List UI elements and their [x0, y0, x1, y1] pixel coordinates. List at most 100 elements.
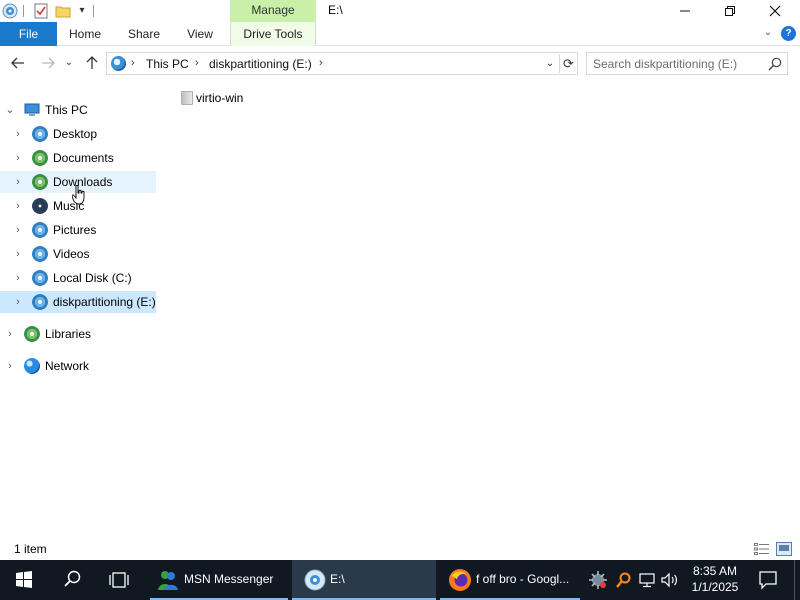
downloads-icon — [32, 174, 48, 190]
tab-drive-tools[interactable]: Drive Tools — [230, 22, 316, 46]
item-count: 1 item — [14, 542, 47, 556]
network-icon — [24, 358, 40, 374]
nav-label: Videos — [53, 247, 90, 261]
address-dropdown-chevron-icon[interactable]: ⌄ — [543, 56, 557, 72]
notification-icon — [759, 571, 777, 590]
network-icon[interactable] — [638, 571, 656, 589]
breadcrumb-this-pc[interactable]: This PC — [146, 57, 189, 71]
nav-this-pc[interactable]: ⌄ This PC — [0, 99, 156, 121]
expand-chevron-icon[interactable]: › — [12, 271, 24, 285]
explorer-disc-icon[interactable] — [2, 3, 18, 19]
up-button[interactable] — [82, 53, 102, 73]
action-center-button[interactable] — [750, 560, 786, 600]
file-list: virtio-win — [170, 88, 790, 528]
help-icon[interactable]: ? — [781, 26, 796, 41]
tab-view[interactable]: View — [180, 22, 220, 46]
this-pc-icon — [24, 102, 40, 118]
expand-chevron-icon[interactable]: › — [4, 359, 16, 373]
pictures-icon — [32, 222, 48, 238]
restore-button[interactable] — [707, 0, 753, 22]
expand-chevron-icon[interactable]: › — [12, 127, 24, 141]
clock-date: 1/1/2025 — [691, 580, 739, 594]
up-arrow-icon — [86, 56, 98, 69]
task-view-icon — [109, 572, 129, 588]
nav-item-documents[interactable]: › Documents — [0, 147, 156, 169]
music-icon — [32, 198, 48, 214]
file-name: virtio-win — [196, 91, 244, 105]
search-input[interactable] — [593, 56, 763, 72]
expand-chevron-icon[interactable]: › — [12, 295, 24, 309]
large-icons-view-icon[interactable] — [776, 542, 792, 556]
navigation-pane: ⌄ This PC › Desktop › Documents › Downlo… — [0, 90, 160, 530]
manage-context-tab[interactable]: Manage — [230, 0, 316, 22]
recent-locations-chevron-icon[interactable]: ⌄ — [62, 53, 76, 73]
disc-drive-icon — [304, 569, 326, 591]
clock[interactable]: 8:35 AM 1/1/2025 — [686, 563, 744, 597]
ribbon-tabs: File Home Share View Drive Tools ⌄ ? — [0, 22, 800, 46]
breadcrumb-separator-icon[interactable]: › — [319, 57, 323, 69]
msn-messenger-icon — [156, 568, 180, 592]
videos-icon — [32, 246, 48, 262]
status-bar: 1 item — [0, 538, 800, 560]
breadcrumb-drive-e[interactable]: diskpartitioning (E:) — [209, 57, 312, 71]
folder-icon — [181, 91, 193, 105]
quick-access-separator — [93, 5, 94, 17]
nav-label: This PC — [45, 103, 88, 117]
taskbar-app-label: f off bro - Googl... — [476, 572, 570, 586]
refresh-icon[interactable]: ⟳ — [559, 54, 577, 73]
nav-network[interactable]: › Network — [0, 355, 156, 377]
documents-icon — [32, 150, 48, 166]
expand-chevron-icon[interactable]: › — [12, 247, 24, 261]
task-view-button[interactable] — [96, 560, 142, 600]
this-pc-icon — [111, 56, 126, 71]
tray-search-icon[interactable] — [614, 570, 632, 590]
details-view-icon[interactable] — [754, 542, 770, 556]
navigation-bar: ⌄ › This PC › diskpartitioning (E:) › ⌄ … — [0, 47, 800, 81]
desktop-icon — [32, 126, 48, 142]
taskbar-app-firefox[interactable]: f off bro - Googl... — [440, 560, 580, 600]
nav-item-desktop[interactable]: › Desktop — [0, 123, 156, 145]
start-button[interactable] — [0, 560, 48, 600]
nav-item-pictures[interactable]: › Pictures — [0, 219, 156, 241]
back-button[interactable] — [8, 53, 28, 73]
taskbar-app-msn-messenger[interactable]: MSN Messenger — [150, 560, 288, 600]
expand-chevron-icon[interactable]: › — [12, 151, 24, 165]
tray-app-icon[interactable] — [588, 570, 608, 590]
properties-icon[interactable] — [33, 3, 49, 19]
expand-chevron-icon[interactable]: › — [4, 327, 16, 341]
customize-quick-access-icon[interactable]: ▾ — [74, 3, 90, 19]
search-icon[interactable] — [767, 56, 783, 72]
forward-button[interactable] — [38, 53, 58, 73]
nav-item-drive-e[interactable]: › diskpartitioning (E:) — [0, 291, 156, 313]
file-explorer-window: ▾ Manage E:\ File Home Share View Drive … — [0, 0, 800, 600]
window-title: E:\ — [328, 3, 343, 17]
breadcrumb-separator-icon[interactable]: › — [131, 57, 135, 69]
list-item[interactable]: virtio-win — [178, 88, 318, 110]
show-desktop-button[interactable] — [794, 560, 800, 600]
new-folder-icon[interactable] — [55, 3, 71, 19]
nav-libraries[interactable]: › Libraries — [0, 323, 156, 345]
hand-cursor-icon — [71, 184, 86, 205]
expand-chevron-icon[interactable]: › — [12, 199, 24, 213]
local-disk-icon — [32, 270, 48, 286]
forward-arrow-icon — [42, 57, 55, 69]
minimize-button[interactable] — [662, 0, 708, 22]
collapse-chevron-icon[interactable]: ⌄ — [4, 103, 16, 117]
volume-icon[interactable] — [660, 571, 680, 589]
close-button[interactable] — [752, 0, 798, 22]
search-button[interactable] — [50, 560, 94, 600]
nav-label: diskpartitioning (E:) — [53, 295, 156, 309]
breadcrumb-separator-icon[interactable]: › — [195, 57, 199, 69]
expand-chevron-icon[interactable]: › — [12, 223, 24, 237]
tab-home[interactable]: Home — [64, 22, 106, 46]
expand-chevron-icon[interactable]: › — [12, 175, 24, 189]
nav-item-videos[interactable]: › Videos — [0, 243, 156, 265]
search-box[interactable] — [586, 52, 788, 75]
expand-ribbon-chevron-icon[interactable]: ⌄ — [762, 27, 774, 39]
taskbar-app-label: MSN Messenger — [184, 572, 274, 586]
tab-share[interactable]: Share — [122, 22, 166, 46]
address-bar[interactable]: › This PC › diskpartitioning (E:) › ⌄ ⟳ — [106, 52, 578, 75]
file-tab[interactable]: File — [0, 22, 57, 46]
nav-item-local-disk-c[interactable]: › Local Disk (C:) — [0, 267, 156, 289]
taskbar-app-file-explorer[interactable]: E:\ — [292, 560, 436, 600]
